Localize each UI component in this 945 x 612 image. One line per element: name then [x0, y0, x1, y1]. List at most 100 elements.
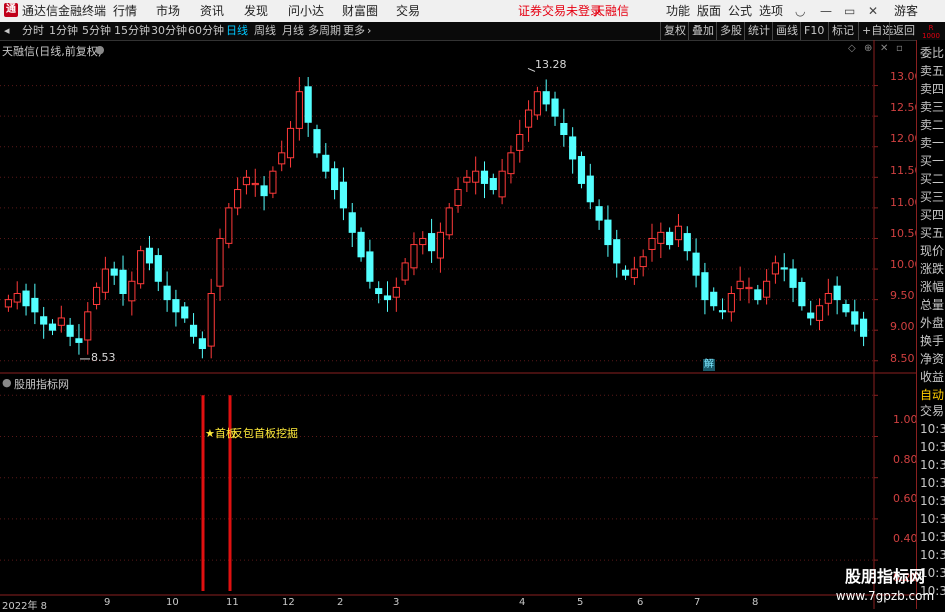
label-turnover: 换手 — [920, 334, 945, 348]
menu-item-wenxiaoda[interactable]: 问小达 — [288, 0, 324, 22]
candle-body — [807, 312, 815, 319]
guest-user[interactable]: 游客 — [894, 0, 918, 22]
menu-item-quotes[interactable]: 行情 — [113, 0, 137, 22]
expand-icon[interactable]: ▫ — [896, 43, 903, 54]
candle-body — [419, 237, 427, 246]
tool-adjust[interactable]: 复权 — [660, 22, 689, 40]
candle-body — [674, 225, 683, 241]
indicator-y-tick: 0.40 — [893, 532, 918, 545]
tab-auto[interactable]: 自动 — [920, 388, 944, 402]
headset-icon[interactable]: ◡ — [795, 0, 805, 22]
tab-monthly[interactable]: 月线 — [282, 22, 304, 40]
candle-body — [128, 280, 136, 302]
candle-body — [48, 323, 57, 331]
candle-body — [322, 154, 330, 172]
indicator-title: 股朋指标网 — [14, 378, 69, 391]
candle-body — [683, 233, 691, 252]
tab-30min[interactable]: 30分钟 — [151, 22, 187, 40]
minimize-icon[interactable]: — — [820, 0, 832, 22]
candle-body — [278, 152, 286, 165]
candle-body — [269, 170, 277, 194]
diamond-icon[interactable]: ◇ — [848, 43, 856, 54]
tool-mark[interactable]: 标记 — [828, 22, 857, 40]
candle-body — [234, 189, 242, 209]
candle-body — [313, 129, 321, 154]
candle-body — [824, 293, 832, 304]
trade-time: 10:34 — [920, 512, 945, 526]
menu-item-market[interactable]: 市场 — [156, 0, 180, 22]
tool-multi-stock[interactable]: 多股 — [716, 22, 745, 40]
candle-body — [260, 185, 268, 197]
candle-body — [392, 286, 400, 298]
indicator-y-tick: 0.60 — [893, 492, 918, 505]
candle-body — [833, 285, 841, 301]
label-net-assets: 净资 — [920, 352, 945, 366]
menu-item-options[interactable]: 选项 — [759, 0, 783, 22]
label-earnings: 收益 — [920, 370, 945, 384]
candle-body — [851, 311, 859, 325]
trade-time: 10:34 — [920, 530, 945, 544]
chevron-right-icon[interactable]: › — [367, 22, 371, 40]
x-tick: 12 — [282, 597, 295, 608]
tab-multi-period[interactable]: 多周期 — [308, 22, 341, 40]
label-ask5: 卖五 — [920, 64, 945, 78]
tab-weekly[interactable]: 周线 — [254, 22, 276, 40]
menu-item-news[interactable]: 资讯 — [200, 0, 224, 22]
menu-item-trade[interactable]: 交易 — [396, 0, 420, 22]
tab-more[interactable]: 更多 — [343, 22, 365, 40]
tab-5min[interactable]: 5分钟 — [82, 22, 111, 40]
restore-icon[interactable]: ▭ — [844, 0, 855, 22]
candle-body — [621, 269, 630, 276]
close-panel-icon[interactable]: ✕ — [880, 43, 888, 54]
tab-60min[interactable]: 60分钟 — [188, 22, 224, 40]
login-notice[interactable]: 证券交易未登录 — [518, 0, 602, 22]
candle-body — [454, 189, 462, 206]
tab-daily[interactable]: 日线 — [226, 22, 248, 40]
candle-body — [736, 280, 744, 290]
tool-back[interactable]: 返回 — [889, 22, 918, 40]
up-arrow-icon[interactable]: ⊕ — [864, 43, 872, 54]
tool-f10[interactable]: F10 — [800, 22, 827, 40]
x-tick: 8 — [752, 597, 759, 608]
candle-body — [798, 281, 806, 307]
tab-1min[interactable]: 1分钟 — [49, 22, 78, 40]
settings-circle-icon[interactable]: ● — [2, 376, 12, 389]
candle-body — [551, 98, 559, 117]
menu-item-formula[interactable]: 公式 — [728, 0, 752, 22]
tab-15min[interactable]: 15分钟 — [114, 22, 150, 40]
menu-item-wealth-circle[interactable]: 财富圈 — [342, 0, 378, 22]
tool-stats[interactable]: 统计 — [744, 22, 773, 40]
kline-chart[interactable] — [0, 40, 916, 609]
candle-body — [780, 267, 788, 270]
label-ask3: 卖三 — [920, 100, 945, 114]
x-tick: 2 — [337, 597, 344, 608]
candle-body — [92, 286, 101, 306]
low-price-label: 8.53 — [91, 351, 116, 364]
candle-body — [207, 293, 215, 347]
app-logo-icon: 通 — [4, 3, 18, 17]
candle-body — [710, 291, 718, 307]
collapse-icon[interactable]: ◂ — [4, 22, 10, 40]
tool-draw[interactable]: 画线 — [772, 22, 801, 40]
candle-body — [22, 290, 30, 307]
candle-body — [560, 122, 568, 136]
x-tick: 11 — [226, 597, 239, 608]
label-bid1: 买一 — [920, 154, 945, 168]
candle-body — [604, 219, 612, 246]
tool-overlay[interactable]: 叠加 — [688, 22, 717, 40]
tab-intraday[interactable]: 分时 — [22, 22, 44, 40]
app-title: 通达信金融终端 — [22, 4, 107, 18]
settings-circle-icon[interactable]: ● — [95, 43, 105, 56]
close-icon[interactable]: ✕ — [868, 0, 878, 22]
candle-body — [428, 233, 436, 252]
label-change-pct: 涨幅 — [920, 280, 945, 294]
candle-body — [66, 324, 74, 337]
menu-item-discover[interactable]: 发现 — [244, 0, 268, 22]
candle-body — [436, 231, 444, 259]
menu-item-function[interactable]: 功能 — [666, 0, 690, 22]
candle-body — [445, 207, 453, 236]
menu-item-layout[interactable]: 版面 — [697, 0, 721, 22]
unlock-marker[interactable]: 解 — [703, 359, 715, 371]
trade-time: 10:33 — [920, 458, 945, 472]
tab-trades[interactable]: 交易 — [920, 404, 944, 418]
